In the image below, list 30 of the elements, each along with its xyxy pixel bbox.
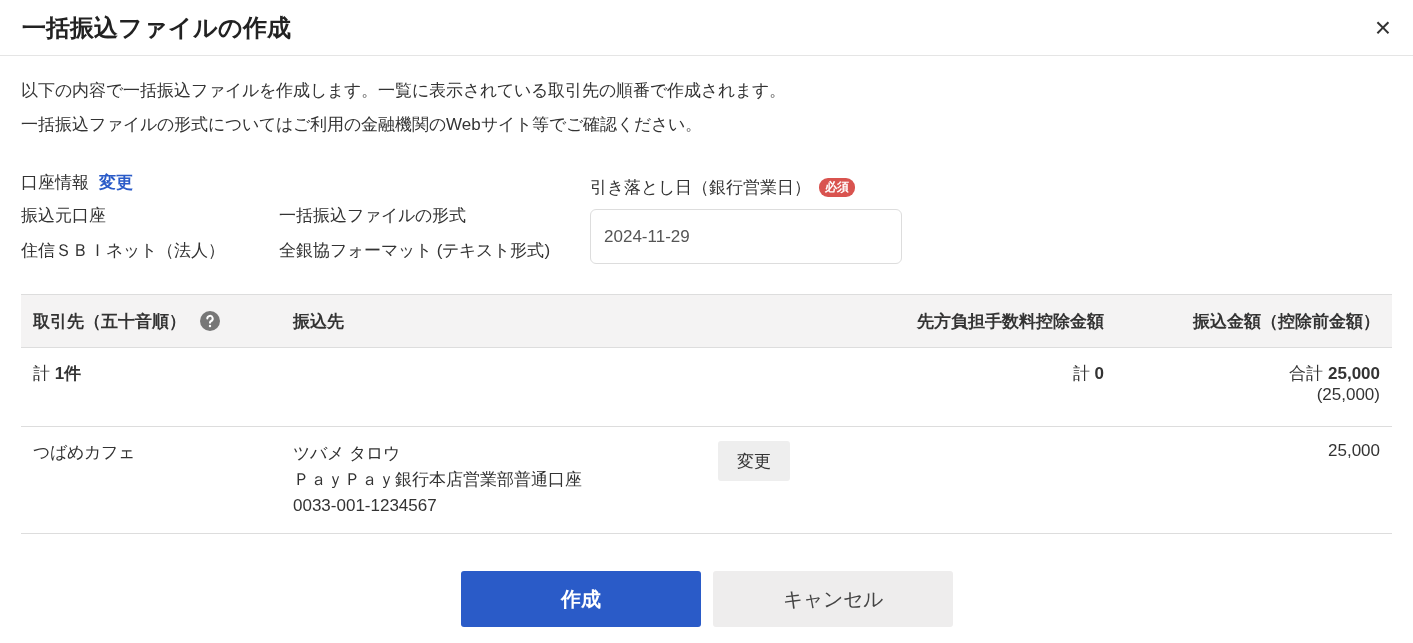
description-text: 一括振込ファイルの形式についてはご利用の金融機関のWebサイト等でご確認ください。: [21, 114, 703, 136]
fee-total: 計 0: [1072, 364, 1104, 383]
field-value: 全銀協フォーマット (テキスト形式): [279, 240, 551, 262]
cancel-button[interactable]: キャンセル: [712, 571, 953, 627]
table-cell: つばめカフェ: [33, 443, 135, 462]
description-text: 以下の内容で一括振込ファイルを作成します。一覧に表示されている取引先の順番で作成されます。: [21, 80, 787, 102]
field-value: 住信ＳＢＩネット（法人）: [21, 240, 226, 262]
close-button[interactable]: ×: [1374, 13, 1391, 42]
payee-account: 0033-001-1234567: [293, 495, 438, 517]
column-header: 取引先（五十音順）: [33, 310, 186, 333]
dialog-title: 一括振込ファイルの作成: [22, 12, 291, 43]
count-total: 計 1件: [33, 364, 82, 383]
column-header: 先方負担手数料控除金額: [917, 311, 1104, 331]
table-cell: 25,000: [1328, 441, 1380, 460]
date-field[interactable]: 2024-11-29: [590, 209, 903, 264]
amount-total: 合計 25,000: [1288, 363, 1380, 385]
payee-bank: ＰａｙＰａｙ銀行本店営業部普通口座: [293, 469, 583, 491]
amount-subtotal: (25,000): [1315, 385, 1380, 405]
field-label: 引き落とし日（銀行営業日）: [590, 177, 812, 199]
change-button[interactable]: 変更: [718, 441, 790, 481]
change-link[interactable]: 変更: [99, 170, 133, 194]
field-label: 一括振込ファイルの形式: [279, 205, 467, 227]
required-badge: 必須: [819, 178, 856, 197]
column-header: 振込先: [293, 311, 344, 331]
payee-name: ツバメ タロウ: [293, 443, 401, 465]
help-icon[interactable]: [200, 311, 220, 331]
column-header: 振込金額（控除前金額）: [1193, 311, 1380, 331]
account-info-label: 口座情報: [21, 171, 89, 194]
create-button[interactable]: 作成: [460, 571, 701, 627]
field-label: 振込元口座: [21, 205, 107, 227]
